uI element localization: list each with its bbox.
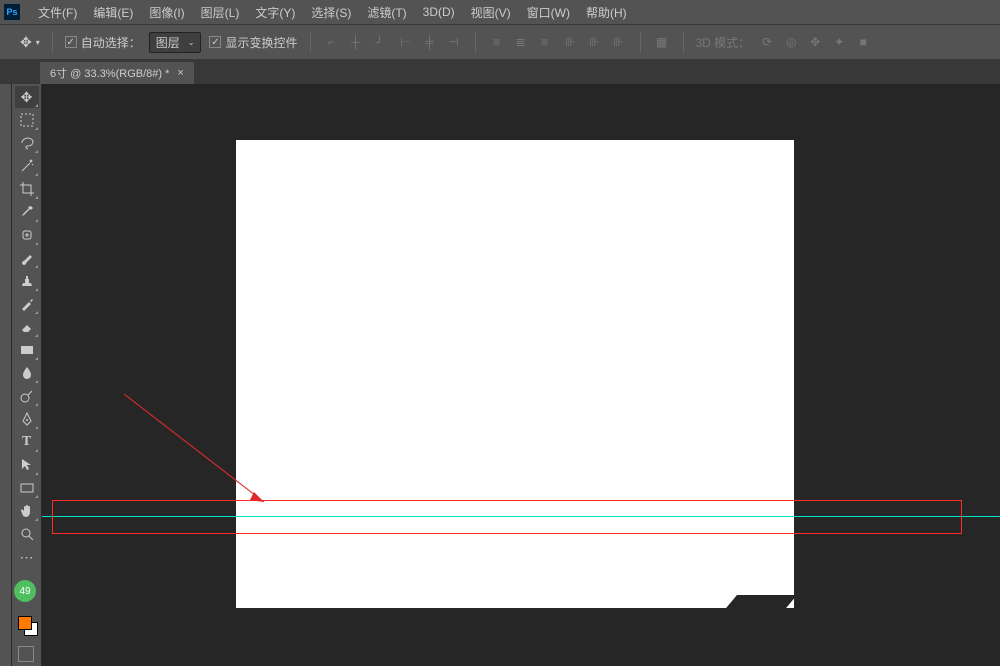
align-right-icon[interactable]: ⊣ bbox=[445, 33, 463, 51]
distribute-group-h: ⊪ ⊪ ⊪ bbox=[562, 33, 628, 51]
sync-badge[interactable]: 49 bbox=[14, 580, 36, 602]
menu-type[interactable]: 文字(Y) bbox=[247, 4, 303, 21]
close-tab-icon[interactable]: × bbox=[177, 67, 183, 79]
rectangle-tool[interactable] bbox=[15, 477, 39, 499]
auto-select-target-value: 图层 bbox=[156, 34, 180, 51]
document-canvas[interactable] bbox=[236, 140, 794, 608]
menu-select[interactable]: 选择(S) bbox=[303, 4, 359, 21]
history-brush-tool[interactable] bbox=[15, 293, 39, 315]
marquee-tool[interactable] bbox=[15, 109, 39, 131]
distribute-hcenter-icon[interactable]: ⊪ bbox=[586, 33, 604, 51]
auto-select-label: 自动选择： bbox=[81, 34, 141, 51]
foreground-color-swatch[interactable] bbox=[18, 616, 32, 630]
app-icon: Ps bbox=[4, 4, 20, 20]
dodge-tool[interactable] bbox=[15, 385, 39, 407]
menu-help[interactable]: 帮助(H) bbox=[578, 4, 635, 21]
auto-align-icon[interactable]: ▦ bbox=[653, 33, 671, 51]
document-tab[interactable]: 6寸 @ 33.3%(RGB/8#) * × bbox=[40, 62, 194, 84]
chevron-down-icon: ▾ bbox=[36, 38, 40, 47]
healing-brush-tool[interactable] bbox=[15, 224, 39, 246]
type-tool[interactable]: T bbox=[15, 431, 39, 453]
move-tool-icon: ✥ bbox=[20, 34, 32, 51]
document-tab-bar: 6寸 @ 33.3%(RGB/8#) * × bbox=[0, 60, 1000, 84]
show-transform-label: 显示变换控件 bbox=[225, 34, 297, 51]
move-tool[interactable]: ✥ bbox=[15, 86, 39, 108]
menu-window[interactable]: 窗口(W) bbox=[519, 4, 578, 21]
orbit-icon[interactable]: ⟳ bbox=[758, 33, 776, 51]
edit-toolbar[interactable]: ⋯ bbox=[15, 546, 39, 568]
magic-wand-tool[interactable] bbox=[15, 155, 39, 177]
separator bbox=[52, 32, 53, 52]
threed-mode-icons: ⟳ ◎ ✥ ✦ ■ bbox=[758, 33, 872, 51]
document-tab-title: 6寸 @ 33.3%(RGB/8#) * bbox=[50, 65, 169, 81]
auto-select-checkbox[interactable]: 自动选择： bbox=[65, 34, 141, 51]
distribute-top-icon[interactable]: ≡ bbox=[488, 33, 506, 51]
menu-file[interactable]: 文件(F) bbox=[30, 4, 85, 21]
show-transform-checkbox[interactable]: 显示变换控件 bbox=[209, 34, 297, 51]
menu-edit[interactable]: 编辑(E) bbox=[85, 4, 141, 21]
toolbar-gutter bbox=[0, 84, 12, 666]
canvas-area bbox=[42, 84, 1000, 666]
distribute-left-icon[interactable]: ⊪ bbox=[562, 33, 580, 51]
quick-mask-toggle[interactable] bbox=[18, 646, 34, 662]
tools-panel: ✥ T ⋯ 49 bbox=[12, 84, 42, 666]
threed-mode-label: 3D 模式： bbox=[696, 34, 751, 51]
menu-3d[interactable]: 3D(D) bbox=[415, 5, 463, 19]
distribute-group-v: ≡ ≣ ≡ bbox=[488, 33, 554, 51]
eyedropper-tool[interactable] bbox=[15, 201, 39, 223]
chevron-down-icon: ⌄ bbox=[188, 38, 195, 47]
path-selection-tool[interactable] bbox=[15, 454, 39, 476]
workspace[interactable] bbox=[42, 84, 1000, 666]
auto-align-group: ▦ bbox=[653, 33, 671, 51]
distribute-right-icon[interactable]: ⊪ bbox=[610, 33, 628, 51]
lasso-tool[interactable] bbox=[15, 132, 39, 154]
eraser-tool[interactable] bbox=[15, 316, 39, 338]
zoom-icon[interactable]: ■ bbox=[854, 33, 872, 51]
pen-tool[interactable] bbox=[15, 408, 39, 430]
distribute-bottom-icon[interactable]: ≡ bbox=[536, 33, 554, 51]
checkbox-icon bbox=[209, 36, 221, 48]
align-group-vertical: ⌐ ┼ ┘ bbox=[323, 33, 389, 51]
align-bottom-icon[interactable]: ┘ bbox=[371, 33, 389, 51]
auto-select-target-dropdown[interactable]: 图层 ⌄ bbox=[149, 32, 202, 53]
options-bar: ✥ ▾ 自动选择： 图层 ⌄ 显示变换控件 ⌐ ┼ ┘ ⊢ ╪ ⊣ ≡ ≣ ≡ … bbox=[0, 24, 1000, 60]
hand-tool[interactable] bbox=[15, 500, 39, 522]
checkbox-icon bbox=[65, 36, 77, 48]
align-hcenter-icon[interactable]: ╪ bbox=[421, 33, 439, 51]
pan-icon[interactable]: ✥ bbox=[806, 33, 824, 51]
separator bbox=[475, 32, 476, 52]
canvas-page-curl bbox=[722, 595, 797, 613]
roll-icon[interactable]: ◎ bbox=[782, 33, 800, 51]
blur-tool[interactable] bbox=[15, 362, 39, 384]
separator bbox=[310, 32, 311, 52]
menu-image[interactable]: 图像(I) bbox=[141, 4, 192, 21]
menu-filter[interactable]: 滤镜(T) bbox=[359, 4, 414, 21]
align-top-icon[interactable]: ⌐ bbox=[323, 33, 341, 51]
menu-view[interactable]: 视图(V) bbox=[463, 4, 519, 21]
distribute-vcenter-icon[interactable]: ≣ bbox=[512, 33, 530, 51]
color-swatches[interactable] bbox=[18, 616, 38, 636]
menu-bar: Ps 文件(F) 编辑(E) 图像(I) 图层(L) 文字(Y) 选择(S) 滤… bbox=[0, 0, 1000, 24]
annotation-rectangle bbox=[52, 500, 962, 534]
brush-tool[interactable] bbox=[15, 247, 39, 269]
separator bbox=[640, 32, 641, 52]
menu-layer[interactable]: 图层(L) bbox=[193, 4, 248, 21]
gradient-tool[interactable] bbox=[15, 339, 39, 361]
clone-stamp-tool[interactable] bbox=[15, 270, 39, 292]
align-group-horizontal: ⊢ ╪ ⊣ bbox=[397, 33, 463, 51]
align-left-icon[interactable]: ⊢ bbox=[397, 33, 415, 51]
align-vcenter-icon[interactable]: ┼ bbox=[347, 33, 365, 51]
zoom-tool[interactable] bbox=[15, 523, 39, 545]
tool-preset[interactable]: ✥ ▾ bbox=[20, 34, 40, 51]
slide-icon[interactable]: ✦ bbox=[830, 33, 848, 51]
main-area: ✥ T ⋯ 49 bbox=[0, 84, 1000, 666]
separator bbox=[683, 32, 684, 52]
crop-tool[interactable] bbox=[15, 178, 39, 200]
